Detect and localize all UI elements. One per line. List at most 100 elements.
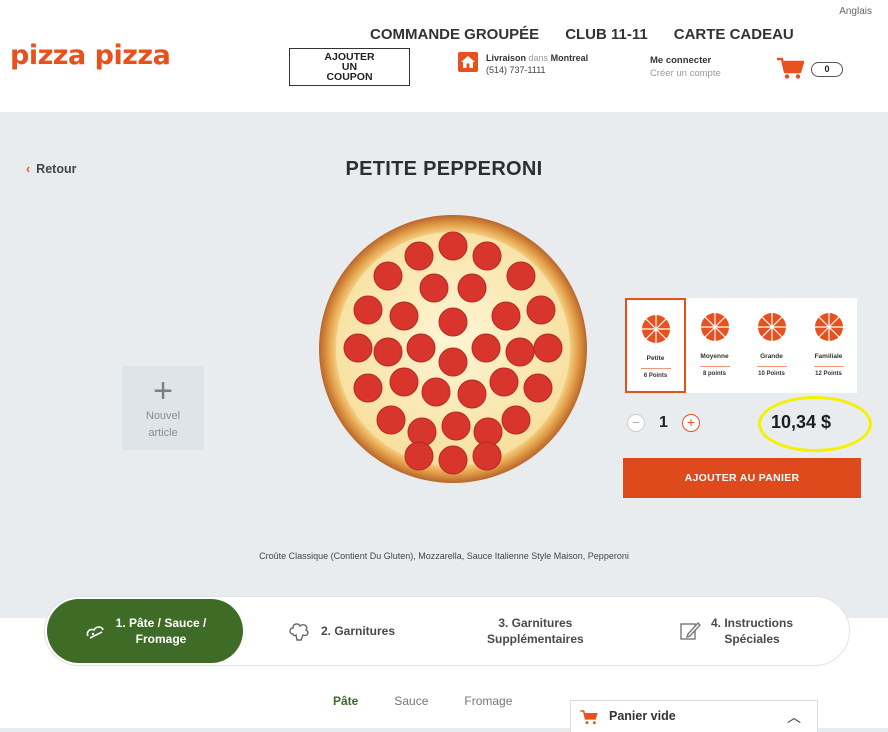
pepperoni-slice — [407, 417, 437, 447]
chevron-up-icon[interactable]: ︿ — [787, 707, 801, 727]
pepperoni-slice — [373, 337, 403, 367]
size-points: 6 Points — [643, 373, 668, 379]
pepperoni-slice — [471, 333, 501, 363]
pepperoni-slice — [404, 441, 434, 471]
size-points: 12 Points — [815, 371, 842, 377]
pepperoni-slice — [419, 273, 449, 303]
pepperoni-slice — [505, 337, 535, 367]
tab-pate[interactable]: Pâte — [333, 694, 358, 708]
page-title: PETITE PEPPERONI — [345, 158, 543, 180]
delivery-label: Livraison — [486, 53, 527, 63]
step-label: 1. Pâte / Sauce / Fromage — [115, 616, 207, 646]
pepperoni-slice — [506, 261, 536, 291]
delivery-info: Livraison dans Montreal (514) 737-1111 — [486, 52, 588, 76]
step-label: 2. Garnitures — [321, 624, 396, 638]
top-nav: COMMANDE GROUPÉE CLUB 11-11 CARTE CADEAU — [370, 26, 794, 43]
delivery-selector[interactable]: Livraison dans Montreal (514) 737-1111 — [458, 52, 588, 76]
pepperoni-slice — [526, 295, 556, 325]
header: Anglais pizza pizza COMMANDE GROUPÉE CLU… — [0, 0, 888, 108]
size-option-familiale[interactable]: Familiale 12 Points — [800, 298, 857, 393]
pepperoni-slice — [438, 231, 468, 261]
step-label: 3. Garnitures Supplémentaires — [487, 616, 584, 646]
plus-icon: + — [153, 372, 173, 410]
empty-cart-label: Panier vide — [609, 709, 676, 723]
size-name: Petite — [646, 355, 665, 362]
plus-circle-icon[interactable]: + — [681, 414, 700, 432]
pepperoni-slice — [353, 295, 383, 325]
step-special-instructions[interactable]: 4. Instructions Spéciales — [679, 597, 793, 665]
step-dough-sauce-cheese[interactable]: 1. Pâte / Sauce / Fromage — [47, 599, 243, 663]
nav-group-order[interactable]: COMMANDE GROUPÉE — [370, 26, 539, 43]
language-link[interactable]: Anglais — [839, 6, 872, 17]
mini-cart-panel[interactable]: Panier vide ︿ — [570, 700, 818, 732]
edit-icon — [680, 621, 701, 640]
step-toppings[interactable]: 2. Garnitures — [287, 597, 395, 665]
pepperoni-slice — [343, 333, 373, 363]
pepperoni-slice — [404, 241, 434, 271]
pepperoni-slice — [438, 445, 468, 475]
dough-icon — [86, 626, 104, 639]
delivery-city: Montreal — [550, 53, 589, 63]
size-option-grande[interactable]: Grande 10 Points — [743, 298, 800, 393]
signup-link[interactable]: Créer un compte — [650, 67, 721, 80]
pepperoni-slice — [489, 367, 519, 397]
tab-sauce[interactable]: Sauce — [394, 694, 428, 708]
pepperoni-slice — [533, 333, 563, 363]
tab-fromage[interactable]: Fromage — [464, 694, 512, 708]
pizza-size-icon — [757, 313, 786, 341]
pepperoni-slice — [491, 301, 521, 331]
pizza-size-icon — [641, 315, 670, 343]
pepperoni-slice — [406, 333, 436, 363]
add-coupon-button[interactable]: AJOUTER UN COUPON — [289, 48, 410, 86]
size-selector: Petite 6 Points Moyenne 8 points Grande … — [625, 298, 857, 393]
size-points: 8 points — [702, 371, 726, 377]
pepperoni-slice — [389, 367, 419, 397]
size-name: Familiale — [814, 353, 843, 360]
steps-bar: 1. Pâte / Sauce / Fromage 2. Garnitures … — [44, 596, 850, 666]
ingredients-text: Croûte Classique (Contient Du Gluten), M… — [259, 551, 629, 561]
login-link[interactable]: Me connecter — [650, 54, 721, 67]
size-option-petite[interactable]: Petite 6 Points — [625, 298, 686, 393]
pepperoni-slice — [441, 411, 471, 441]
add-to-cart-button[interactable]: AJOUTER AU PANIER — [623, 458, 861, 498]
delivery-phone: (514) 737-1111 — [486, 65, 546, 75]
cart-icon — [579, 709, 599, 730]
quantity-value: 1 — [659, 414, 668, 431]
pepperoni-slice — [457, 379, 487, 409]
pepperoni-slice — [353, 373, 383, 403]
size-option-moyenne[interactable]: Moyenne 8 points — [686, 298, 743, 393]
minus-icon[interactable]: − — [627, 414, 645, 432]
pizza-size-icon — [814, 313, 843, 341]
step-extra-toppings[interactable]: 3. Garnitures Supplémentaires — [487, 597, 584, 665]
size-points: 10 Points — [758, 371, 785, 377]
pepperoni-slice — [373, 261, 403, 291]
house-icon — [458, 52, 478, 72]
new-item-button[interactable]: + Nouvel article — [122, 366, 204, 450]
nav-gift-card[interactable]: CARTE CADEAU — [674, 26, 794, 43]
size-name: Moyenne — [700, 353, 729, 360]
cart-icon[interactable] — [776, 56, 805, 85]
nav-club[interactable]: CLUB 11-11 — [565, 26, 648, 43]
pepperoni-slice — [376, 405, 406, 435]
toppings-icon — [289, 623, 309, 641]
logo[interactable]: pizza pizza — [10, 40, 171, 71]
pepperoni-slice — [472, 241, 502, 271]
pizza-size-icon — [700, 313, 729, 341]
pepperoni-slice — [421, 377, 451, 407]
pepperoni-slice — [457, 273, 487, 303]
size-name: Grande — [760, 353, 783, 360]
delivery-dans: dans — [528, 53, 549, 63]
pepperoni-slice — [523, 373, 553, 403]
step-label: 4. Instructions Spéciales — [711, 616, 794, 646]
pepperoni-slice — [472, 441, 502, 471]
new-item-label: Nouvel article — [145, 410, 181, 439]
price: 10,34 $ — [771, 412, 832, 432]
login-area: Me connecter Créer un compte — [650, 54, 721, 80]
ingredient-tabs: Pâte Sauce Fromage — [333, 694, 512, 708]
pepperoni-slice — [438, 307, 468, 337]
pepperoni-slice — [438, 347, 468, 377]
pizza-image — [316, 212, 590, 491]
pepperoni-slice — [389, 301, 419, 331]
cart-count-badge[interactable]: 0 — [811, 62, 843, 77]
quantity-stepper: − 1 + — [627, 414, 700, 432]
